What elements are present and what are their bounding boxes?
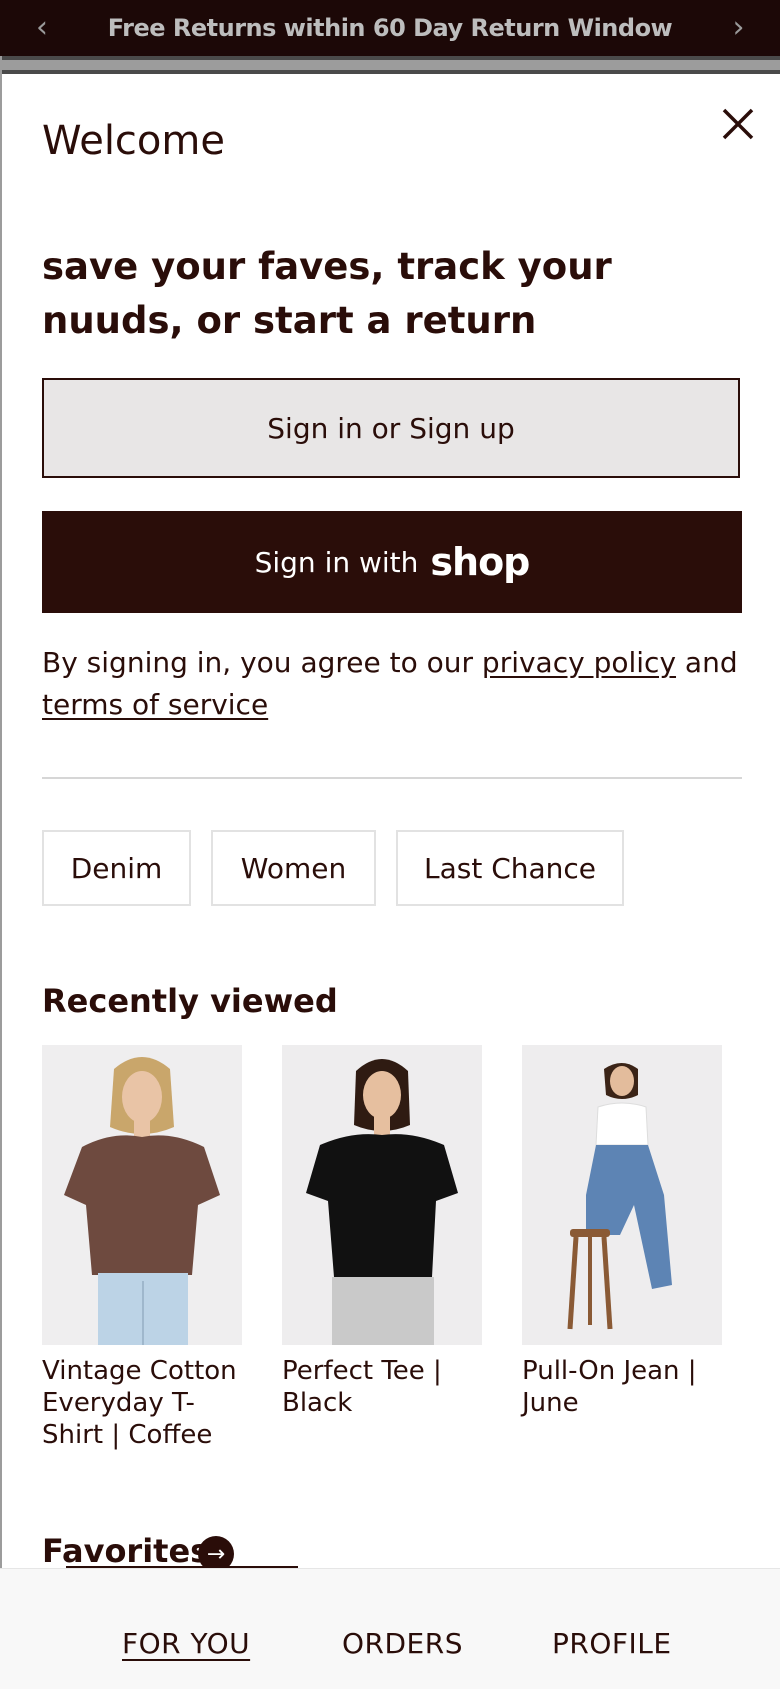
sign-in-button[interactable]: Sign in or Sign up [42,378,740,478]
legal-prefix: By signing in, you agree to our [42,646,482,679]
modal-title: Welcome [42,118,225,164]
product-image[interactable] [42,1045,242,1345]
favorites-title[interactable]: Favorites [42,1532,209,1570]
terms-of-service-link[interactable]: terms of service [42,688,268,721]
divider [42,777,742,779]
shop-button-label: Sign in with [254,545,419,579]
product-card[interactable]: Pull-On Jean | June [522,1045,722,1419]
bottom-nav: FOR YOU ORDERS PROFILE [0,1568,780,1689]
shop-logo: shop [430,540,530,584]
product-title[interactable]: Vintage Cotton Everyday T-Shirt | Coffee [42,1355,242,1451]
chevron-left-icon[interactable]: ‹ [36,10,48,45]
privacy-policy-link[interactable]: privacy policy [482,646,676,679]
category-chip-women[interactable]: Women [211,830,376,906]
legal-text: By signing in, you agree to our privacy … [42,642,742,726]
legal-middle: and [676,646,738,679]
product-card[interactable]: Perfect Tee | Black [282,1045,482,1419]
modal-edge [0,56,2,1688]
modal-headline: save your faves, track your nuuds, or st… [42,245,612,342]
product-image[interactable] [282,1045,482,1345]
product-title[interactable]: Pull-On Jean | June [522,1355,722,1419]
category-chip-last-chance[interactable]: Last Chance [396,830,624,906]
recently-viewed-title: Recently viewed [42,982,338,1020]
product-card[interactable]: Vintage Cotton Everyday T-Shirt | Coffee [42,1045,242,1451]
announcement-bar: ‹ Free Returns within 60 Day Return Wind… [0,0,780,56]
product-title[interactable]: Perfect Tee | Black [282,1355,482,1419]
chevron-right-icon[interactable]: › [733,10,745,45]
close-icon[interactable] [718,104,758,144]
nav-orders[interactable]: ORDERS [342,1627,463,1660]
product-image[interactable] [522,1045,722,1345]
category-chip-denim[interactable]: Denim [42,830,191,906]
sign-in-with-shop-button[interactable]: Sign in with shop [42,511,742,613]
announcement-divider [0,56,780,80]
nav-profile[interactable]: PROFILE [552,1627,672,1660]
announcement-text: Free Returns within 60 Day Return Window [107,14,673,42]
nav-for-you[interactable]: FOR YOU [122,1627,250,1660]
